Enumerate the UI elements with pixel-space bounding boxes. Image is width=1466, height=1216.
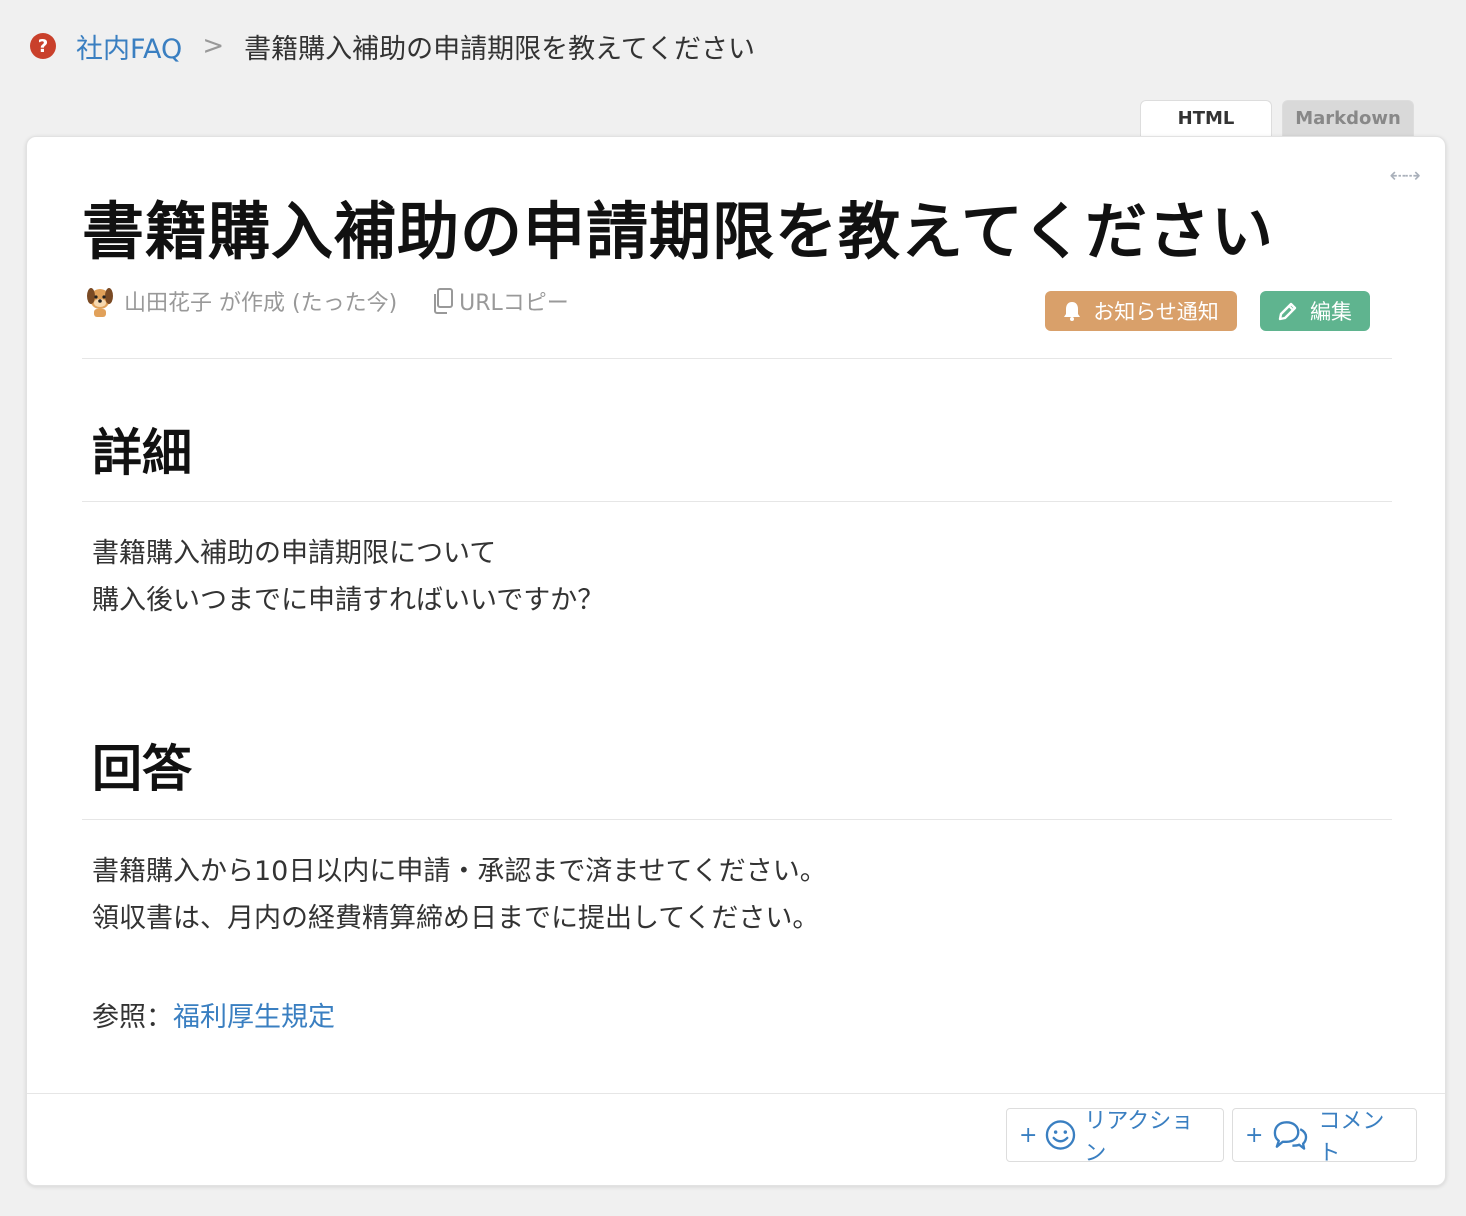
details-line: 購入後いつまでに申請すればいいですか？: [92, 585, 605, 616]
article-card: ⇠⇢ 書籍購入補助の申請期限を教えてください 山田花子 が作成 (たった今) U…: [26, 136, 1446, 1186]
comment-icon: [1274, 1121, 1308, 1150]
notify-label: お知らせ通知: [1093, 300, 1219, 324]
add-comment-button[interactable]: + コメント: [1232, 1108, 1417, 1166]
answer-body: 書籍購入から10日以内に申請・承認まで済ませてください。 領収書は、月内の経費精…: [92, 848, 827, 942]
expand-width-icon[interactable]: ⇠⇢: [1389, 163, 1420, 187]
avatar: [82, 283, 118, 319]
chevron-right-icon: >: [202, 31, 225, 61]
reaction-label: リアクション: [1084, 1109, 1194, 1166]
reference-line: 参照：福利厚生規定: [92, 995, 335, 1034]
add-reaction-button[interactable]: + リアクション: [1006, 1108, 1224, 1166]
comment-label: コメント: [1318, 1109, 1385, 1166]
plus-icon: +: [1019, 1122, 1038, 1148]
notify-button[interactable]: お知らせ通知: [1045, 291, 1237, 331]
article-meta: 山田花子 が作成 (たった今) URLコピー: [82, 283, 569, 319]
answer-line: 領収書は、月内の経費精算締め日までに提出してください。: [92, 903, 820, 934]
view-tabs: HTML Markdown: [1140, 100, 1414, 136]
answer-heading: 回答: [92, 740, 192, 798]
reference-prefix: 参照：: [92, 1002, 173, 1033]
copy-icon: [434, 288, 454, 314]
edit-label: 編集: [1310, 300, 1352, 324]
pencil-icon: [1278, 302, 1297, 321]
answer-divider: [82, 819, 1392, 820]
edit-button[interactable]: 編集: [1260, 291, 1370, 331]
breadcrumb: ? 社内FAQ > 書籍購入補助の申請期限を教えてください: [30, 27, 755, 66]
page-title: 書籍購入補助の申請期限を教えてください: [82, 195, 1275, 268]
breadcrumb-root-link[interactable]: 社内FAQ: [76, 27, 182, 66]
details-divider: [82, 501, 1392, 502]
details-heading: 詳細: [92, 424, 192, 482]
smile-icon: [1046, 1120, 1076, 1150]
plus-icon: +: [1245, 1122, 1264, 1148]
tab-html[interactable]: HTML: [1140, 100, 1272, 136]
reference-link[interactable]: 福利厚生規定: [173, 1002, 335, 1033]
details-body: 書籍購入補助の申請期限について 購入後いつまでに申請すればいいですか？: [92, 530, 604, 624]
author-line: 山田花子 が作成 (たった今): [124, 291, 398, 316]
breadcrumb-current: 書籍購入補助の申請期限を教えてください: [244, 33, 755, 65]
copy-url-label: URLコピー: [459, 291, 569, 316]
footer-divider: [27, 1093, 1445, 1094]
copy-url-button[interactable]: URLコピー: [431, 285, 569, 317]
answer-line: 書籍購入から10日以内に申請・承認まで済ませてください。: [92, 856, 827, 887]
tab-markdown[interactable]: Markdown: [1282, 100, 1414, 136]
question-icon: ?: [30, 33, 56, 59]
bell-icon: [1064, 302, 1081, 321]
header-divider: [82, 358, 1392, 359]
details-line: 書籍購入補助の申請期限について: [92, 538, 497, 569]
